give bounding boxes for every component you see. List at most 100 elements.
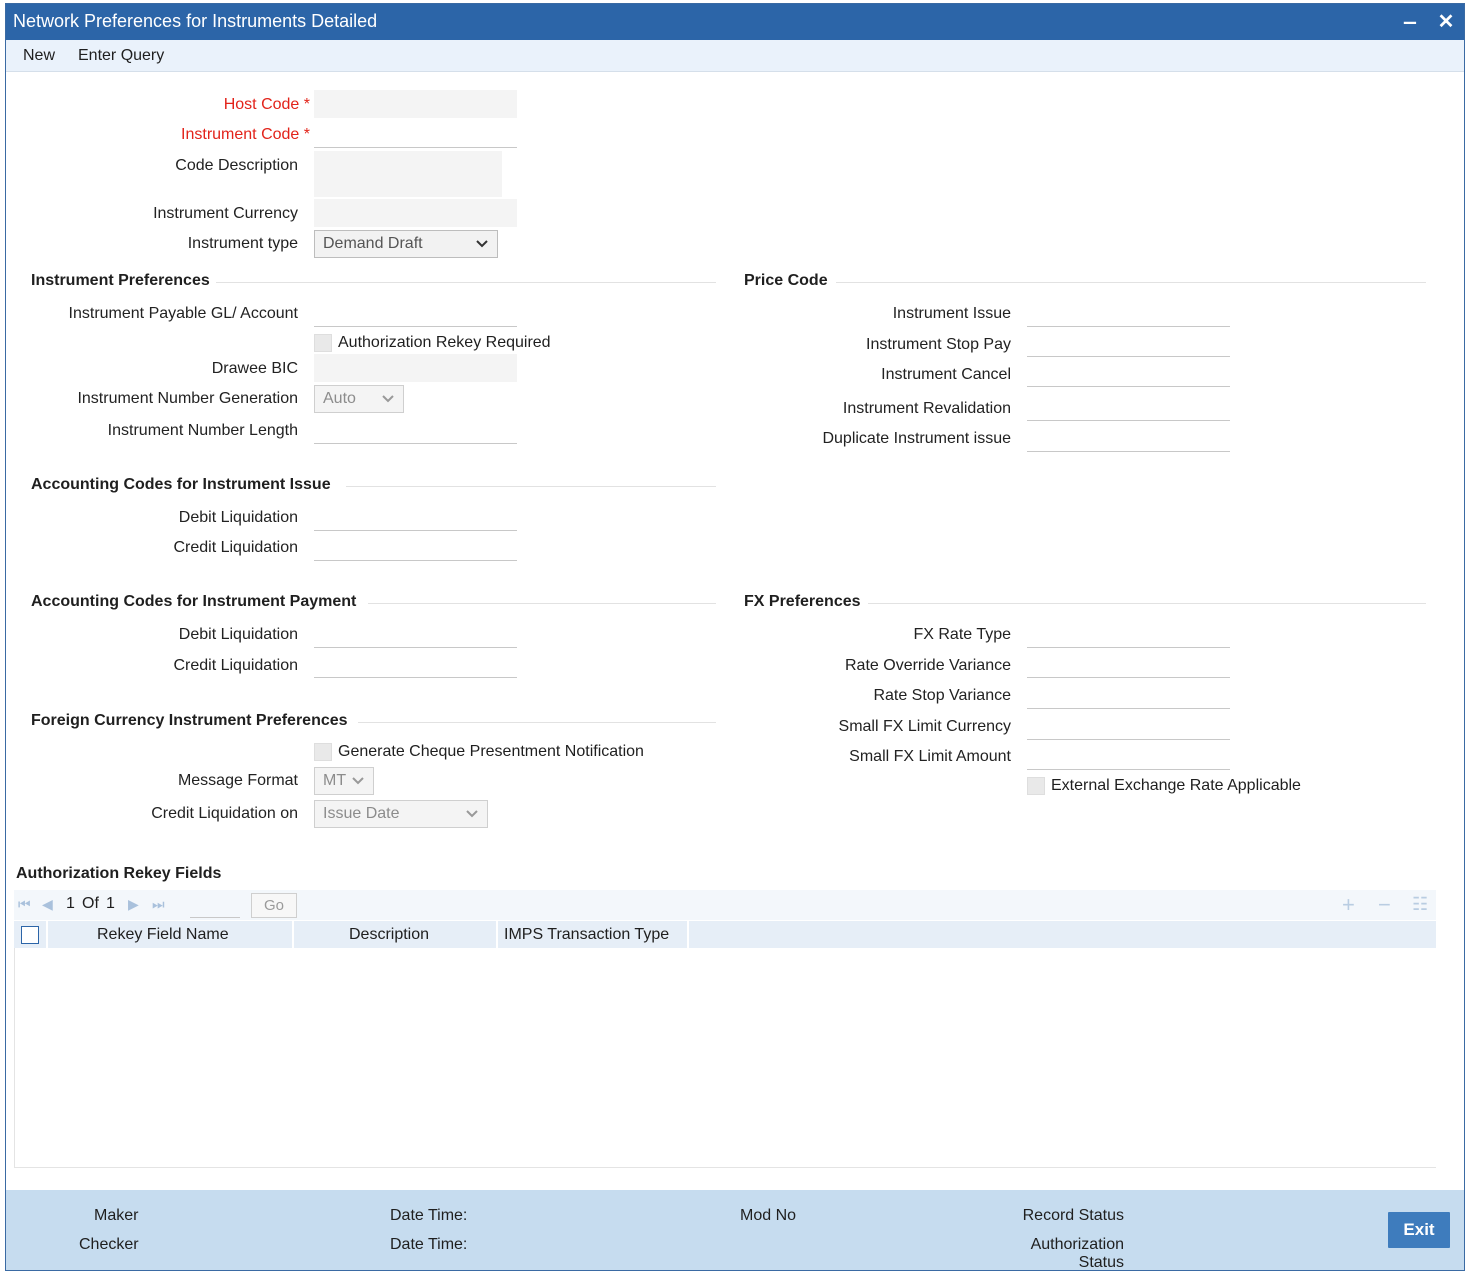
exit-button[interactable]: Exit [1388,1212,1450,1248]
auth-status-label-line2: Status [1078,1254,1124,1271]
price-issue-field[interactable] [1027,299,1230,327]
number-length-field[interactable] [314,416,517,444]
drawee-bic-field[interactable] [314,354,517,382]
message-format-value: MT [323,772,347,789]
previous-page-icon[interactable]: ◀ [42,896,53,913]
menu-new[interactable]: New [23,47,55,65]
price-duplicate-field[interactable] [1027,424,1230,452]
minimize-icon[interactable]: ‒ [1396,8,1424,36]
price-stop-pay-label: Instrument Stop Pay [866,336,1011,353]
acct-payment-heading: Accounting Codes for Instrument Payment [31,593,357,610]
mod-no-label: Mod No [740,1207,797,1224]
section-divider [216,282,716,283]
fx-rate-type-label: FX Rate Type [913,626,1011,643]
acct-issue-heading: Accounting Codes for Instrument Issue [31,476,331,493]
menu-enter-query[interactable]: Enter Query [78,47,164,65]
credit-liq-on-select[interactable]: Issue Date [314,800,488,828]
grid-body [14,948,1436,1168]
price-issue-label: Instrument Issue [892,305,1011,322]
price-duplicate-label: Duplicate Instrument issue [822,430,1011,447]
instrument-code-field[interactable] [314,120,517,148]
price-revalidation-label: Instrument Revalidation [842,400,1011,417]
last-page-icon[interactable]: ⏭ [152,896,165,913]
issue-debit-field[interactable] [314,503,517,531]
message-format-select[interactable]: MT [314,767,374,795]
code-description-label: Code Description [175,157,298,174]
section-divider [346,486,716,487]
instrument-currency-field[interactable] [314,199,517,227]
close-icon[interactable]: ✕ [1432,8,1460,36]
cheque-notification-label: Generate Cheque Presentment Notification [338,743,644,760]
price-revalidation-field[interactable] [1027,393,1230,421]
select-all-checkbox[interactable] [21,926,39,944]
list-view-icon[interactable]: ☷ [1412,894,1428,915]
column-header[interactable]: Description [294,921,498,948]
next-page-icon[interactable]: ▶ [128,896,139,913]
maker-label: Maker [94,1207,139,1224]
first-page-icon[interactable]: ⏮ [18,896,31,913]
go-button[interactable]: Go [251,893,297,918]
section-divider [358,722,716,723]
price-code-heading: Price Code [744,272,828,289]
checker-label: Checker [79,1236,139,1253]
small-fx-amount-field[interactable] [1027,742,1230,770]
chevron-down-icon [351,771,365,789]
title-bar: Network Preferences for Instruments Deta… [6,4,1464,40]
menu-bar: New Enter Query [6,40,1464,72]
credit-liq-on-value: Issue Date [323,805,400,822]
number-generation-value: Auto [323,390,356,407]
page-of-label: Of [82,895,99,912]
section-divider [368,603,716,604]
payable-gl-field[interactable] [314,299,517,327]
small-fx-ccy-label: Small FX Limit Currency [838,718,1011,735]
grid-toolbar: ⏮ ◀ 1 Of 1 ▶ ⏭ Go + − ☷ [14,890,1436,920]
payment-debit-field[interactable] [314,620,517,648]
fx-override-variance-field[interactable] [1027,650,1230,678]
number-length-label: Instrument Number Length [107,422,298,439]
footer-bar: Maker Checker Date Time: Date Time: Mod … [6,1190,1464,1271]
section-divider [868,603,1426,604]
price-cancel-label: Instrument Cancel [881,366,1011,383]
page-number-input[interactable] [190,894,240,918]
payment-credit-field[interactable] [314,650,517,678]
code-description-field[interactable] [314,151,502,197]
price-stop-pay-field[interactable] [1027,329,1230,357]
fx-preferences-heading: FX Preferences [744,593,861,610]
external-rate-checkbox[interactable] [1027,777,1045,795]
fx-rate-type-field[interactable] [1027,620,1230,648]
delete-row-icon[interactable]: − [1378,892,1391,918]
issue-debit-label: Debit Liquidation [178,509,298,526]
column-header[interactable]: IMPS Transaction Type [498,921,689,948]
rekey-grid-heading: Authorization Rekey Fields [16,865,222,882]
payment-credit-label: Credit Liquidation [173,657,298,674]
payable-gl-label: Instrument Payable GL/ Account [68,305,298,322]
price-cancel-field[interactable] [1027,359,1230,387]
window-title: Network Preferences for Instruments Deta… [13,11,378,31]
fx-override-variance-label: Rate Override Variance [845,657,1011,674]
add-row-icon[interactable]: + [1342,892,1355,918]
instrument-code-label: Instrument Code * [181,126,310,143]
instrument-type-select[interactable]: Demand Draft [314,230,498,258]
small-fx-ccy-field[interactable] [1027,712,1230,740]
fx-stop-variance-label: Rate Stop Variance [873,687,1011,704]
grid-header: Rekey Field Name Description IMPS Transa… [14,921,1436,948]
chevron-down-icon [381,389,395,407]
host-code-field[interactable] [314,90,517,118]
payment-debit-label: Debit Liquidation [178,626,298,643]
record-status-label: Record Status [1022,1207,1124,1224]
issue-credit-field[interactable] [314,533,517,561]
section-divider [836,282,1426,283]
current-page: 1 [66,895,75,912]
auth-status-label-line1: Authorization [1030,1236,1124,1253]
message-format-label: Message Format [177,772,298,789]
issue-credit-label: Credit Liquidation [173,539,298,556]
credit-liq-on-label: Credit Liquidation on [151,805,298,822]
auth-rekey-checkbox[interactable] [314,334,332,352]
foreign-ccy-heading: Foreign Currency Instrument Preferences [31,712,348,729]
instrument-preferences-heading: Instrument Preferences [31,272,210,289]
number-generation-select[interactable]: Auto [314,385,404,413]
checker-date-time-label: Date Time: [390,1236,468,1253]
fx-stop-variance-field[interactable] [1027,681,1230,709]
column-header[interactable]: Rekey Field Name [48,921,294,948]
cheque-notification-checkbox[interactable] [314,743,332,761]
